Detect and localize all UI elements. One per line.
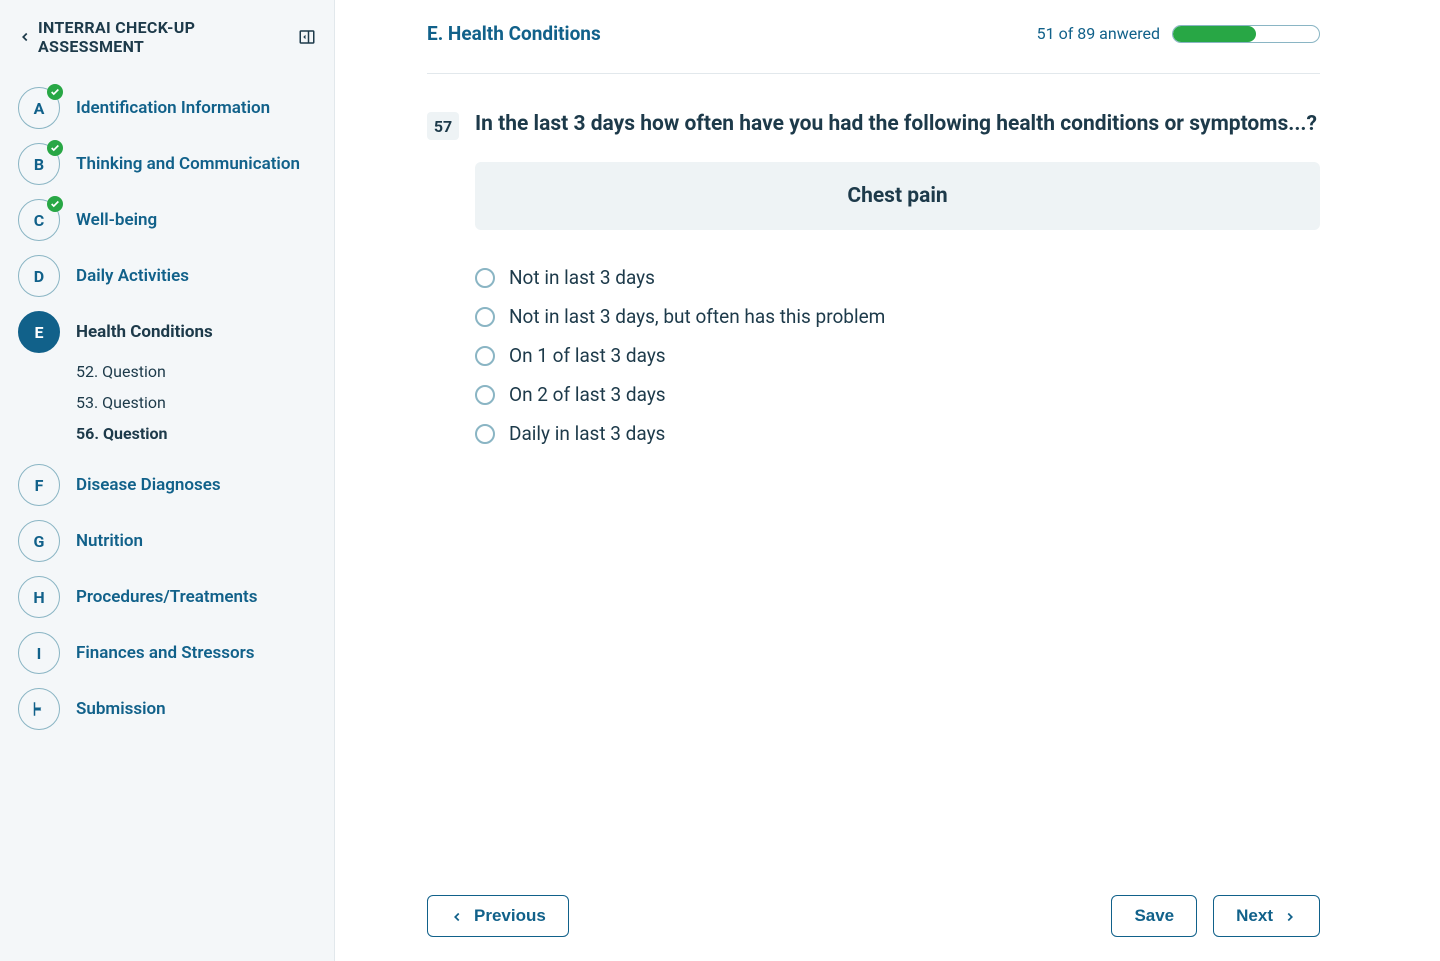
options-list: Not in last 3 days Not in last 3 days, bu… bbox=[475, 258, 1320, 453]
progress-bar bbox=[1172, 25, 1320, 43]
option-item[interactable]: On 1 of last 3 days bbox=[475, 336, 1320, 375]
sidebar-item-label: Daily Activities bbox=[76, 266, 189, 286]
section-badge: D bbox=[18, 255, 60, 297]
nav-list: A Identification Information B Thinking and… bbox=[0, 80, 334, 737]
sidebar-header: INTERRAI CHECK-UP ASSESSMENT bbox=[0, 18, 334, 56]
option-item[interactable]: Not in last 3 days bbox=[475, 258, 1320, 297]
option-item[interactable]: Daily in last 3 days bbox=[475, 414, 1320, 453]
main-content: E. Health Conditions 51 of 89 anwered 57… bbox=[335, 0, 1440, 961]
sub-question-item[interactable]: 56. Question bbox=[76, 418, 334, 449]
option-label: Not in last 3 days bbox=[509, 266, 655, 289]
sidebar-item-g[interactable]: G Nutrition bbox=[0, 513, 334, 569]
footer: Previous Save Next bbox=[427, 875, 1320, 937]
chevron-left-icon bbox=[450, 909, 464, 923]
sidebar-title: INTERRAI CHECK-UP ASSESSMENT bbox=[38, 18, 292, 56]
option-item[interactable]: Not in last 3 days, but often has this p… bbox=[475, 297, 1320, 336]
sidebar-item-label: Identification Information bbox=[76, 98, 270, 118]
section-badge: G bbox=[18, 520, 60, 562]
radio-icon bbox=[475, 268, 495, 288]
section-badge: B bbox=[18, 143, 60, 185]
question-text: In the last 3 days how often have you ha… bbox=[475, 110, 1320, 138]
save-button[interactable]: Save bbox=[1111, 895, 1197, 937]
sidebar-item-e[interactable]: E Health Conditions bbox=[0, 304, 334, 360]
chevron-left-icon bbox=[18, 30, 32, 44]
check-icon bbox=[47, 140, 63, 156]
previous-button-label: Previous bbox=[474, 906, 546, 926]
radio-icon bbox=[475, 385, 495, 405]
option-label: Daily in last 3 days bbox=[509, 422, 665, 445]
sidebar-item-label: Thinking and Communication bbox=[76, 154, 300, 174]
flag-icon bbox=[30, 700, 48, 718]
next-button[interactable]: Next bbox=[1213, 895, 1320, 937]
sidebar-item-b[interactable]: B Thinking and Communication bbox=[0, 136, 334, 192]
section-badge bbox=[18, 688, 60, 730]
sidebar-item-d[interactable]: D Daily Activities bbox=[0, 248, 334, 304]
section-letter: B bbox=[34, 155, 44, 174]
option-label: Not in last 3 days, but often has this p… bbox=[509, 305, 885, 328]
progress-text: 51 of 89 anwered bbox=[1037, 24, 1160, 43]
radio-icon bbox=[475, 307, 495, 327]
question-banner: Chest pain bbox=[475, 162, 1320, 230]
progress-indicator: 51 of 89 anwered bbox=[1037, 24, 1320, 43]
section-letter: A bbox=[34, 99, 45, 118]
sidebar-item-label: Health Conditions bbox=[76, 322, 213, 342]
sidebar-item-label: Well-being bbox=[76, 210, 157, 230]
radio-icon bbox=[475, 346, 495, 366]
sidebar-item-h[interactable]: H Procedures/Treatments bbox=[0, 569, 334, 625]
section-badge: E bbox=[18, 311, 60, 353]
question-block: 57 In the last 3 days how often have you… bbox=[427, 110, 1320, 453]
section-badge: C bbox=[18, 199, 60, 241]
section-badge: A bbox=[18, 87, 60, 129]
section-letter: H bbox=[33, 588, 44, 607]
sidebar-item-c[interactable]: C Well-being bbox=[0, 192, 334, 248]
option-item[interactable]: On 2 of last 3 days bbox=[475, 375, 1320, 414]
save-button-label: Save bbox=[1134, 906, 1174, 926]
sidebar-item-label: Finances and Stressors bbox=[76, 643, 254, 663]
section-letter: I bbox=[37, 644, 42, 663]
sidebar-item-label: Nutrition bbox=[76, 531, 143, 551]
section-letter: G bbox=[34, 532, 45, 551]
footer-right: Save Next bbox=[1111, 895, 1320, 937]
sub-question-item[interactable]: 52. Question bbox=[76, 356, 334, 387]
question-number: 57 bbox=[427, 112, 459, 140]
previous-button[interactable]: Previous bbox=[427, 895, 569, 937]
chevron-right-icon bbox=[1283, 909, 1297, 923]
sidebar-header-left[interactable]: INTERRAI CHECK-UP ASSESSMENT bbox=[18, 18, 292, 56]
sidebar-item-f[interactable]: F Disease Diagnoses bbox=[0, 457, 334, 513]
progress-fill bbox=[1173, 26, 1256, 42]
sidebar-item-submission[interactable]: Submission bbox=[0, 681, 334, 737]
section-badge: F bbox=[18, 464, 60, 506]
section-badge: I bbox=[18, 632, 60, 674]
sidebar-item-a[interactable]: A Identification Information bbox=[0, 80, 334, 136]
radio-icon bbox=[475, 424, 495, 444]
next-button-label: Next bbox=[1236, 906, 1273, 926]
main-header: E. Health Conditions 51 of 89 anwered bbox=[427, 22, 1320, 74]
section-letter: C bbox=[34, 211, 44, 230]
option-label: On 1 of last 3 days bbox=[509, 344, 666, 367]
sub-question-item[interactable]: 53. Question bbox=[76, 387, 334, 418]
sidebar-item-label: Submission bbox=[76, 699, 166, 719]
collapse-sidebar-icon[interactable] bbox=[298, 28, 316, 46]
sub-question-list: 52. Question53. Question56. Question bbox=[0, 356, 334, 449]
sidebar-item-i[interactable]: I Finances and Stressors bbox=[0, 625, 334, 681]
sidebar-item-label: Procedures/Treatments bbox=[76, 587, 257, 607]
check-icon bbox=[47, 84, 63, 100]
section-title: E. Health Conditions bbox=[427, 22, 601, 45]
section-letter: E bbox=[35, 323, 44, 342]
option-label: On 2 of last 3 days bbox=[509, 383, 666, 406]
sidebar-item-label: Disease Diagnoses bbox=[76, 475, 221, 495]
section-letter: D bbox=[34, 267, 44, 286]
check-icon bbox=[47, 196, 63, 212]
sidebar: INTERRAI CHECK-UP ASSESSMENT A Identifica… bbox=[0, 0, 335, 961]
question-body: In the last 3 days how often have you ha… bbox=[475, 110, 1320, 453]
section-badge: H bbox=[18, 576, 60, 618]
section-letter: F bbox=[35, 476, 44, 495]
